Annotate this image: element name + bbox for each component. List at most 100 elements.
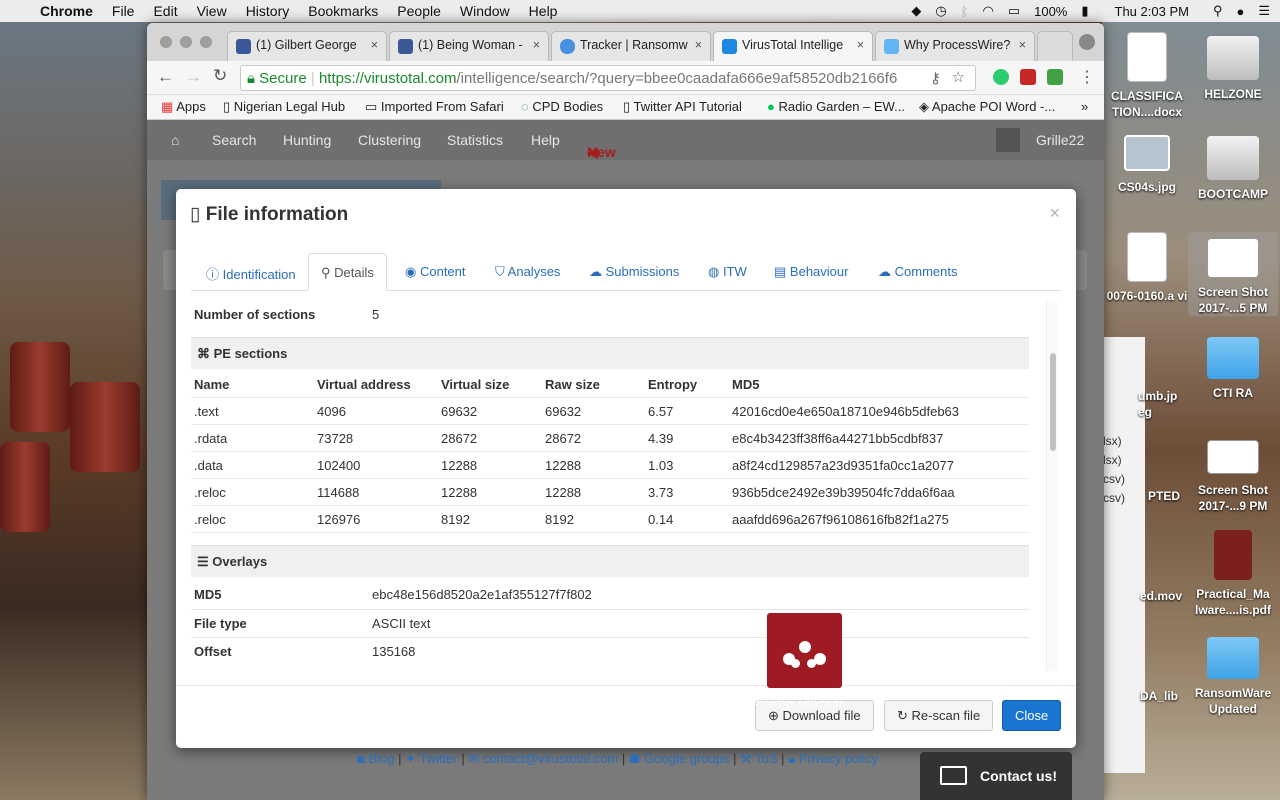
close-button[interactable]: Close — [1002, 700, 1062, 731]
scrollbar-thumb[interactable] — [1050, 353, 1056, 451]
new-tab-button[interactable] — [1037, 31, 1073, 61]
tab-details[interactable]: ⚲ Details — [308, 253, 387, 291]
bookmark-item[interactable]: ▯ Twitter API Tutorial — [623, 99, 742, 115]
desktop-icon-partial[interactable]: PTED — [1102, 488, 1182, 504]
desktop-icon-pdf[interactable]: Practical_Ma lware....is.pdf — [1188, 530, 1278, 618]
nav-hunting[interactable]: Hunting — [283, 132, 331, 148]
nav-statistics[interactable]: Statistics — [447, 132, 503, 148]
modal-close-icon[interactable]: × — [1049, 203, 1060, 224]
forward-icon[interactable]: → — [185, 67, 202, 87]
close-tab-icon[interactable]: × — [533, 38, 540, 52]
desktop-icon-bootcamp[interactable]: BOOTCAMP — [1188, 132, 1278, 202]
footer-link-tos[interactable]: ToS — [755, 751, 777, 766]
tab-analyses[interactable]: ⛉ Analyses — [483, 253, 572, 291]
modal-scrollbar[interactable] — [1046, 301, 1058, 671]
bluetooth-icon[interactable]: ᛒ — [961, 4, 969, 19]
footer-link-twitter[interactable]: Twitter — [419, 751, 457, 766]
tab-submissions[interactable]: ☁ Submissions — [577, 253, 691, 291]
finder-item[interactable]: lsx) — [1103, 434, 1122, 448]
vt-navbar: ⌂ Search Hunting Clustering Statistics H… — [147, 120, 1104, 160]
bookmark-apps[interactable]: ▦ Apps — [161, 99, 206, 115]
rescan-file-button[interactable]: ↻ Re-scan file — [884, 700, 994, 731]
menu-app-name[interactable]: Chrome — [40, 3, 93, 19]
footer-link-blog[interactable]: Blog — [368, 751, 394, 766]
nav-search[interactable]: Search — [212, 132, 256, 148]
close-tab-icon[interactable]: × — [695, 38, 702, 52]
bookmark-item[interactable]: ▯ Nigerian Legal Hub — [223, 99, 345, 115]
clock[interactable]: Thu 2:03 PM — [1115, 4, 1189, 19]
bookmark-item[interactable]: ◌ CPD Bodies — [521, 99, 603, 114]
spotlight-icon[interactable]: ⚲ — [1213, 3, 1223, 19]
desktop-icon-avi[interactable]: 0076-0160.a vi — [1102, 232, 1192, 304]
profile-icon[interactable] — [1079, 34, 1095, 50]
back-icon[interactable]: ← — [157, 67, 174, 87]
finder-item[interactable]: csv) — [1103, 472, 1125, 486]
close-tab-icon[interactable]: × — [1019, 38, 1026, 52]
tab-behaviour[interactable]: ▤ Behaviour — [762, 253, 860, 291]
notification-center-icon[interactable]: ☰ — [1258, 3, 1270, 19]
close-tab-icon[interactable]: × — [371, 38, 378, 52]
shield-extension-icon[interactable] — [1047, 69, 1063, 85]
menu-bookmarks[interactable]: Bookmarks — [308, 3, 378, 19]
browser-tab[interactable]: Why ProcessWire? × — [875, 31, 1035, 61]
contact-us-widget[interactable]: Contact us! — [920, 752, 1072, 800]
desktop-icon-partial[interactable]: DA_lib — [1102, 688, 1182, 704]
desktop-icon-screenshot-2[interactable]: Screen Shot 2017-...9 PM — [1188, 440, 1278, 514]
browser-tab-active[interactable]: VirusTotal Intellige × — [713, 31, 873, 61]
bookmark-item[interactable]: ● Radio Garden – EW... — [767, 99, 905, 114]
menu-view[interactable]: View — [197, 3, 227, 19]
desktop-icon-docx[interactable]: CLASSIFICA TION....docx — [1102, 32, 1192, 120]
mendeley-extension-icon[interactable] — [1020, 69, 1036, 85]
finder-item[interactable]: lsx) — [1103, 453, 1122, 467]
browser-tab[interactable]: (1) Being Woman - × — [389, 31, 549, 61]
battery-icon[interactable]: ▮ — [1081, 3, 1088, 19]
desktop-icon-ransomware[interactable]: RansomWare Updated — [1188, 637, 1278, 717]
menu-file[interactable]: File — [112, 3, 135, 19]
nav-username[interactable]: Grille22 — [1036, 132, 1084, 148]
chrome-menu-icon[interactable]: ⋮ — [1079, 67, 1095, 87]
desktop-icon-cti-ra[interactable]: CTI RA — [1188, 337, 1278, 401]
key-icon[interactable]: ⚷ — [930, 69, 941, 87]
mendeley-desktop-icon[interactable] — [767, 613, 842, 688]
menu-edit[interactable]: Edit — [153, 3, 177, 19]
desktop-icon-jpg[interactable]: CS04s.jpg — [1102, 135, 1192, 195]
home-icon[interactable]: ⌂ — [171, 132, 179, 148]
tab-itw[interactable]: ◍ ITW — [696, 253, 759, 291]
time-machine-icon[interactable]: ◷ — [935, 3, 946, 19]
dropbox-icon[interactable]: ◆ — [911, 3, 921, 19]
desktop-icon-partial[interactable]: ed.mov — [1102, 588, 1182, 604]
tab-content[interactable]: ◉ Content — [393, 253, 478, 291]
browser-tab[interactable]: (1) Gilbert George × — [227, 31, 387, 61]
close-tab-icon[interactable]: × — [857, 38, 864, 52]
address-bar[interactable]: 🔒︎ Secure | https://virustotal.com/intel… — [240, 65, 976, 91]
avatar[interactable] — [996, 128, 1020, 152]
bookmark-folder[interactable]: ▭ Imported From Safari — [365, 99, 504, 115]
siri-icon[interactable]: ● — [1236, 4, 1244, 19]
field-label: MD5 — [194, 587, 222, 602]
zoom-window-button[interactable] — [200, 36, 212, 48]
grammarly-extension-icon[interactable] — [993, 69, 1009, 85]
menu-people[interactable]: People — [397, 3, 441, 19]
nav-help[interactable]: Help — [531, 132, 560, 148]
wifi-icon[interactable]: ◠ — [982, 3, 993, 19]
bookmarks-overflow-icon[interactable]: » — [1081, 99, 1088, 114]
close-window-button[interactable] — [160, 36, 172, 48]
tab-identification[interactable]: ⓘ Identification — [194, 253, 308, 291]
menu-window[interactable]: Window — [460, 3, 510, 19]
desktop-icon-screenshot-1[interactable]: Screen Shot 2017-...5 PM — [1188, 232, 1278, 316]
bookmark-star-icon[interactable]: ☆ — [952, 68, 965, 86]
airplay-icon[interactable]: ▭ — [1008, 3, 1020, 19]
tab-comments[interactable]: ☁ Comments — [866, 253, 969, 291]
reload-icon[interactable]: ↻ — [213, 66, 227, 86]
menu-history[interactable]: History — [246, 3, 290, 19]
minimize-window-button[interactable] — [180, 36, 192, 48]
desktop-icon-helzone[interactable]: HELZONE — [1188, 32, 1278, 102]
footer-link-privacy[interactable]: Privacy policy — [799, 751, 878, 766]
menu-help[interactable]: Help — [529, 3, 558, 19]
footer-link-contact[interactable]: contact@virustotal.com — [483, 751, 618, 766]
desktop-icon-partial[interactable]: umb.jp eg — [1102, 388, 1182, 420]
nav-clustering[interactable]: Clustering — [358, 132, 421, 148]
bookmark-item[interactable]: ◈ Apache POI Word -... — [919, 99, 1055, 115]
footer-link-google-groups[interactable]: Google groups — [644, 751, 729, 766]
browser-tab[interactable]: Tracker | Ransomw × — [551, 31, 711, 61]
